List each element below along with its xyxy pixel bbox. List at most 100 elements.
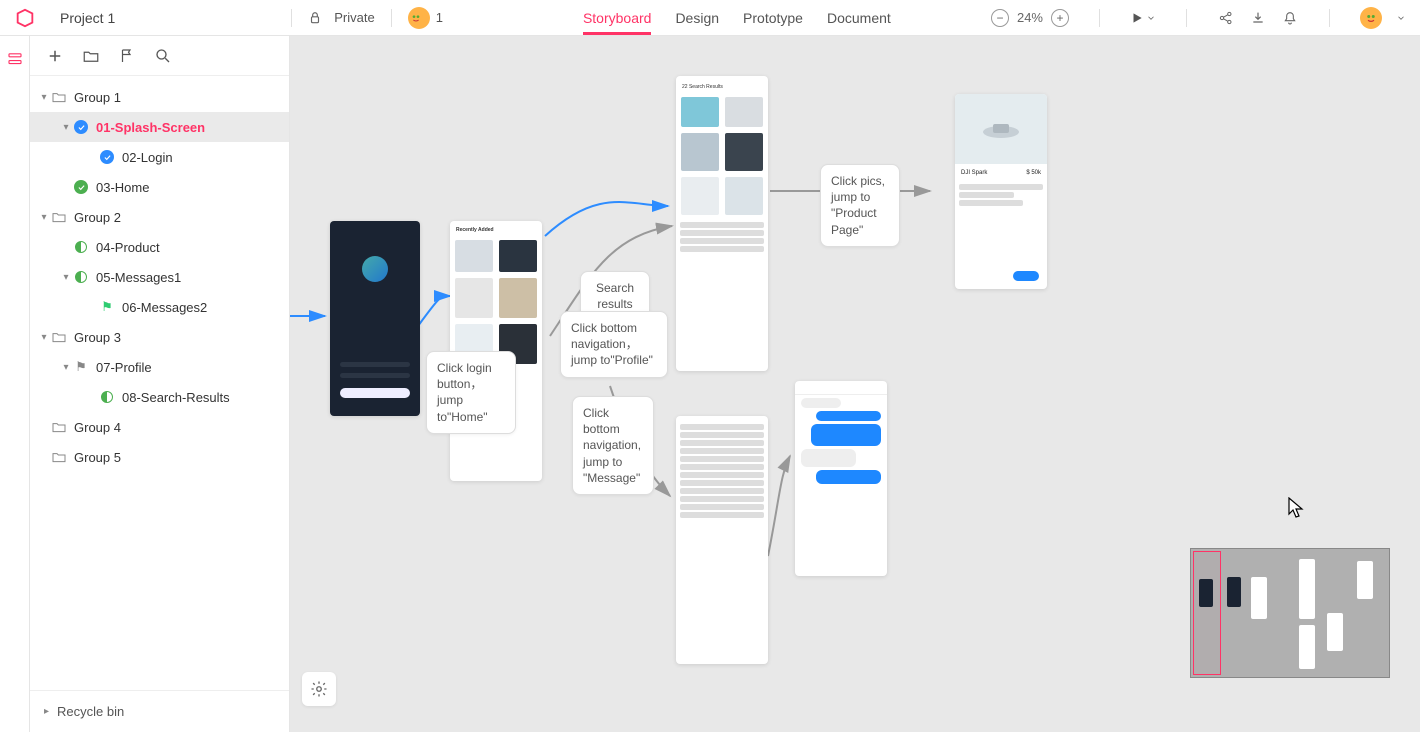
annotation-message[interactable]: Click bottom navigation, jump to "Messag… [572, 396, 654, 495]
page-label: 04-Product [96, 240, 160, 255]
separator [1329, 9, 1330, 27]
left-rail [0, 36, 30, 732]
group-row-3[interactable]: ▾ Group 3 [30, 322, 289, 352]
folder-icon [50, 329, 68, 345]
page-label: 01-Splash-Screen [96, 120, 205, 135]
collaborators[interactable]: 1 [408, 7, 443, 29]
canvas-settings-button[interactable] [302, 672, 336, 706]
page-label: 06-Messages2 [122, 300, 207, 315]
download-icon [1250, 10, 1266, 26]
page-label: 05-Messages1 [96, 270, 181, 285]
tab-storyboard[interactable]: Storyboard [583, 2, 651, 34]
minimap[interactable] [1190, 548, 1390, 678]
page-04-product[interactable]: 04-Product [30, 232, 289, 262]
page-06-messages2[interactable]: ⚑ 06-Messages2 [30, 292, 289, 322]
frame-messages[interactable] [676, 416, 768, 664]
view-tabs: Storyboard Design Prototype Document [583, 2, 891, 34]
group-row-1[interactable]: ▾ Group 1 [30, 82, 289, 112]
zoom-out-button[interactable]: − [991, 9, 1009, 27]
topbar-right: − 24% + [991, 7, 1406, 29]
page-07-profile[interactable]: ▾ ⚑ 07-Profile [30, 352, 289, 382]
page-label: 07-Profile [96, 360, 152, 375]
project-name[interactable]: Project 1 [60, 10, 115, 26]
annotation-profile[interactable]: Click bottom navigation，jump to"Profile" [560, 311, 668, 378]
group-row-2[interactable]: ▾ Group 2 [30, 202, 289, 232]
page-01-splash-screen[interactable]: ▾ 01-Splash-Screen [30, 112, 289, 142]
group-label: Group 4 [74, 420, 121, 435]
status-done-icon [72, 120, 90, 134]
annotation-product[interactable]: Click pics, jump to "Product Page" [820, 164, 900, 247]
group-row-5[interactable]: Group 5 [30, 442, 289, 472]
notifications-button[interactable] [1281, 9, 1299, 27]
user-avatar[interactable] [1360, 7, 1382, 29]
separator [1186, 9, 1187, 27]
recycle-label: Recycle bin [57, 704, 124, 719]
share-icon [1218, 10, 1234, 26]
status-inprogress-icon [98, 391, 116, 403]
tab-design[interactable]: Design [675, 2, 719, 34]
sidebar: ▾ Group 1 ▾ 01-Splash-Screen 02-Login 03… [30, 36, 290, 732]
avatar-icon [408, 7, 430, 29]
sidebar-tools [30, 36, 289, 76]
minimap-viewport[interactable] [1193, 551, 1221, 675]
share-button[interactable] [1217, 9, 1235, 27]
page-label: 03-Home [96, 180, 149, 195]
gear-icon [310, 680, 328, 698]
recycle-bin[interactable]: ▸ Recycle bin [30, 690, 289, 732]
privacy-toggle[interactable]: Private [308, 10, 374, 25]
search-button[interactable] [154, 47, 172, 65]
app-logo-icon [14, 7, 36, 29]
status-inprogress-icon [72, 241, 90, 253]
zoom-level[interactable]: 24% [1017, 10, 1043, 25]
group-label: Group 5 [74, 450, 121, 465]
play-icon [1130, 11, 1144, 25]
annotation-login[interactable]: Click login button，jump to"Home" [426, 351, 516, 434]
folder-icon [50, 449, 68, 465]
tab-prototype[interactable]: Prototype [743, 2, 803, 34]
page-label: 08-Search-Results [122, 390, 230, 405]
group-label: Group 1 [74, 90, 121, 105]
storyboard-mode-icon[interactable] [6, 50, 24, 68]
play-button[interactable] [1130, 11, 1156, 25]
flag-icon: ⚑ [72, 359, 90, 375]
topbar: Project 1 Private 1 Storyboard Design Pr… [0, 0, 1420, 36]
bell-icon [1282, 10, 1298, 26]
page-03-home[interactable]: 03-Home [30, 172, 289, 202]
status-inprogress-icon [72, 271, 90, 283]
zoom-control: − 24% + [991, 9, 1069, 27]
page-05-messages1[interactable]: ▾ 05-Messages1 [30, 262, 289, 292]
page-02-login[interactable]: 02-Login [30, 142, 289, 172]
download-button[interactable] [1249, 9, 1267, 27]
zoom-in-button[interactable]: + [1051, 9, 1069, 27]
page-tree: ▾ Group 1 ▾ 01-Splash-Screen 02-Login 03… [30, 76, 289, 690]
frame-splash[interactable] [330, 221, 420, 416]
chevron-down-icon[interactable] [1396, 13, 1406, 23]
drone-illustration-icon [971, 114, 1031, 144]
user-count: 1 [436, 10, 443, 25]
flag-icon: ⚑ [98, 299, 116, 315]
group-row-4[interactable]: Group 4 [30, 412, 289, 442]
page-08-search-results[interactable]: 08-Search-Results [30, 382, 289, 412]
add-page-button[interactable] [46, 47, 64, 65]
group-label: Group 2 [74, 210, 121, 225]
separator [291, 9, 292, 27]
tab-document[interactable]: Document [827, 2, 891, 34]
chevron-down-icon [1146, 13, 1156, 23]
frame-section-label: 22 Search Results [676, 76, 768, 92]
storyboard-canvas[interactable]: Recently Added Click login button，jump t… [290, 36, 1420, 732]
separator [1099, 9, 1100, 27]
page-label: 02-Login [122, 150, 173, 165]
add-flag-button[interactable] [118, 47, 136, 65]
frame-product[interactable]: DJI Spark $ 50k [955, 94, 1047, 289]
separator [391, 9, 392, 27]
lock-icon [308, 11, 322, 25]
product-title: DJI Spark [961, 170, 987, 176]
folder-icon [50, 209, 68, 225]
frame-search-results[interactable]: 22 Search Results [676, 76, 768, 371]
privacy-label: Private [334, 10, 374, 25]
add-folder-button[interactable] [82, 47, 100, 65]
cursor-icon [1288, 497, 1306, 519]
frame-chat[interactable] [795, 381, 887, 576]
folder-icon [50, 89, 68, 105]
status-done-icon [98, 150, 116, 164]
